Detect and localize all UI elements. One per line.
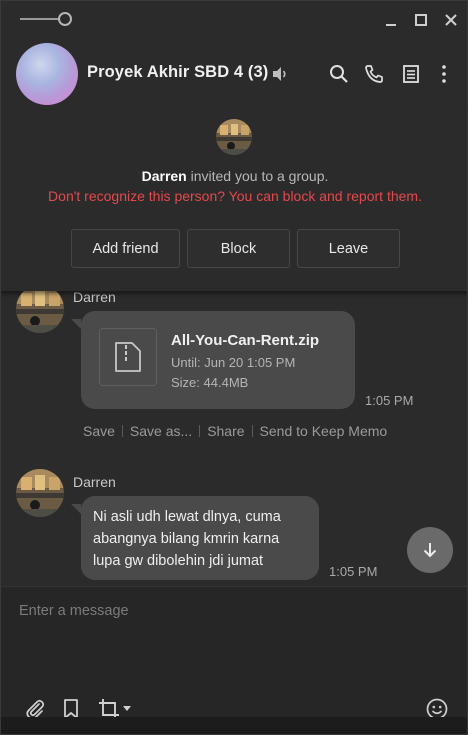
more-icon[interactable] <box>433 63 455 85</box>
divider <box>251 425 253 437</box>
divider <box>121 425 123 437</box>
block-button[interactable]: Block <box>187 229 290 268</box>
search-icon[interactable] <box>328 63 350 85</box>
message-line: abangnya bilang kmrin karna <box>93 531 280 547</box>
speaker-icon <box>271 65 289 88</box>
invite-message-text: invited you to a group. <box>186 168 329 184</box>
sender-avatar[interactable] <box>16 285 64 333</box>
save-as-button[interactable]: Save as... <box>130 423 192 439</box>
inviter-name[interactable]: Darren <box>142 168 187 184</box>
message-line: lupa gw dibolehin jdi jumat <box>93 553 264 569</box>
chat-header: Proyek Akhir SBD 4 (3) <box>1 39 467 111</box>
add-friend-button[interactable]: Add friend <box>71 229 180 268</box>
leave-button[interactable]: Leave <box>297 229 400 268</box>
invite-banner: Darren invited you to a group. Don't rec… <box>1 111 467 291</box>
notes-icon[interactable] <box>400 63 422 85</box>
opacity-slider-track[interactable] <box>20 18 62 20</box>
file-size: Size: 44.4MB <box>171 375 249 390</box>
message-time: 1:05 PM <box>329 564 378 579</box>
file-message-bubble[interactable]: All-You-Can-Rent.zip Until: Jun 20 1:05 … <box>81 311 355 409</box>
inviter-avatar[interactable] <box>216 119 252 155</box>
invite-message: Darren invited you to a group. <box>1 168 467 184</box>
text-message-bubble[interactable]: Ni asli udh lewat dlnya, cuma abangnya b… <box>81 496 319 580</box>
phone-icon[interactable] <box>363 63 385 85</box>
arrow-down-icon <box>423 543 437 558</box>
invite-warning[interactable]: Don't recognize this person? You can blo… <box>1 188 467 204</box>
sender-avatar[interactable] <box>16 469 64 517</box>
divider <box>199 425 201 437</box>
bubble-tail <box>71 319 81 329</box>
message-line: Ni asli udh lewat dlnya, cuma <box>93 509 281 525</box>
minimize-icon[interactable] <box>381 10 401 30</box>
chat-title[interactable]: Proyek Akhir SBD 4 (3) <box>87 63 268 82</box>
file-name[interactable]: All-You-Can-Rent.zip <box>171 332 319 349</box>
message-input[interactable]: Enter a message <box>19 603 129 619</box>
message-list[interactable]: Darren All-You-Can-Rent.zip Until: Jun 2… <box>1 285 467 586</box>
share-button[interactable]: Share <box>207 423 244 439</box>
file-icon <box>99 328 157 386</box>
scroll-to-bottom-button[interactable] <box>407 527 453 573</box>
maximize-icon[interactable] <box>411 10 431 30</box>
chat-window: Proyek Akhir SBD 4 (3) Darren invited yo… <box>0 0 468 735</box>
message-time: 1:05 PM <box>365 393 414 408</box>
file-expiry: Until: Jun 20 1:05 PM <box>171 355 296 370</box>
opacity-slider-knob[interactable] <box>58 12 72 26</box>
save-button[interactable]: Save <box>83 423 115 439</box>
send-to-keep-memo-button[interactable]: Send to Keep Memo <box>260 423 388 439</box>
bubble-tail <box>71 504 81 514</box>
file-actions: Save Save as... Share Send to Keep Memo <box>83 423 387 439</box>
system-bar <box>1 1 467 39</box>
message-text[interactable]: Ni asli udh lewat dlnya, cuma abangnya b… <box>93 506 281 572</box>
sender-name[interactable]: Darren <box>73 289 116 305</box>
message-composer: Enter a message <box>1 586 467 734</box>
sender-name[interactable]: Darren <box>73 474 116 490</box>
window-bottom-edge <box>1 717 467 734</box>
group-avatar[interactable] <box>16 43 78 105</box>
close-icon[interactable] <box>441 10 461 30</box>
